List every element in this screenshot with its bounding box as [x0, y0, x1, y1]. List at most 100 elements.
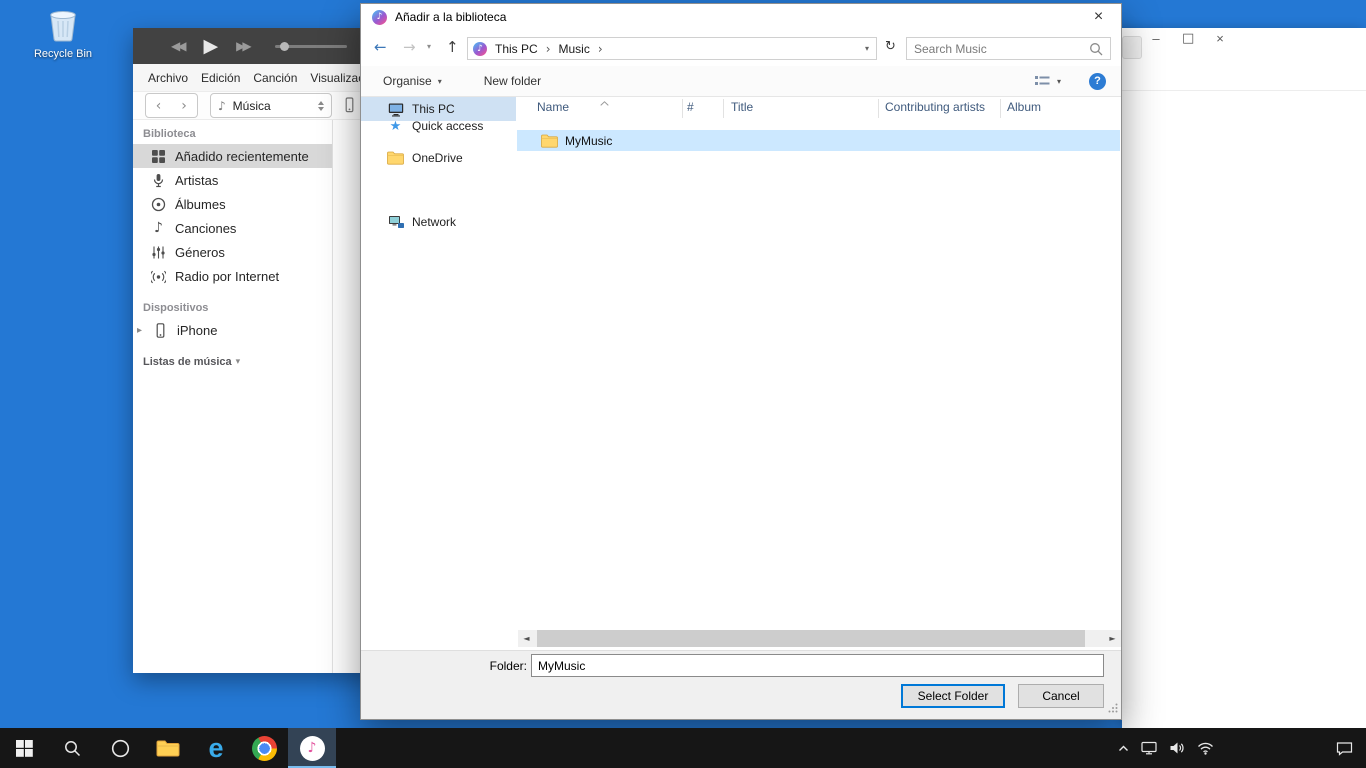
column-separator[interactable]: [723, 99, 724, 118]
chrome-button[interactable]: [240, 728, 288, 768]
breadcrumb-separator-icon[interactable]: ›: [546, 42, 551, 56]
playlists-section-header[interactable]: Listas de música ▾: [143, 356, 332, 368]
sidebar-item-songs[interactable]: ♪ Canciones: [133, 216, 332, 240]
background-window: – □ ×: [1122, 28, 1366, 728]
breadcrumb-this-pc[interactable]: This PC: [495, 42, 538, 56]
volume-icon[interactable]: [1169, 741, 1185, 755]
computer-icon: [388, 102, 404, 117]
edge-button[interactable]: e: [192, 728, 240, 768]
itunes-back-button[interactable]: ‹: [145, 93, 172, 118]
column-header-contributing-artists[interactable]: Contributing artists: [885, 100, 985, 114]
next-track-button[interactable]: ▶▶: [236, 39, 248, 53]
dialog-navigation-bar: ← → ▾ ↑ ♪ This PC › Music › ▾ ↻: [361, 30, 1121, 66]
action-center-icon: [1336, 741, 1353, 756]
itunes-forward-button[interactable]: ›: [171, 93, 198, 118]
start-button[interactable]: [0, 728, 48, 768]
column-separator[interactable]: [878, 99, 879, 118]
organise-label: Organise: [383, 74, 432, 88]
nav-item-this-pc[interactable]: This PC: [361, 97, 516, 121]
dialog-toolbar: Organise ▾ New folder ▾ ?: [361, 66, 1121, 97]
back-button[interactable]: ←: [374, 38, 387, 56]
expander-icon[interactable]: ▸: [137, 325, 149, 336]
sidebar-item-recently-added[interactable]: Añadido recientemente: [133, 144, 332, 168]
column-header-name[interactable]: Name: [537, 100, 569, 114]
column-header-number[interactable]: #: [687, 100, 694, 114]
up-button[interactable]: ↑: [446, 38, 459, 56]
select-folder-button[interactable]: Select Folder: [901, 684, 1005, 708]
play-button[interactable]: ▶: [203, 35, 218, 57]
scroll-left-icon[interactable]: ◄: [518, 630, 535, 647]
cortana-button[interactable]: [96, 728, 144, 768]
folder-icon: [387, 151, 404, 165]
wifi-icon[interactable]: [1197, 742, 1214, 755]
sidebar-item-label: Radio por Internet: [175, 269, 279, 284]
forward-button[interactable]: →: [403, 38, 416, 56]
previous-track-button[interactable]: ◀◀: [171, 39, 183, 53]
nav-item-network[interactable]: Network: [361, 210, 516, 234]
help-button[interactable]: ?: [1089, 73, 1106, 90]
nav-item-label: This PC: [412, 102, 455, 116]
volume-slider-knob[interactable]: [280, 42, 289, 51]
minimize-icon[interactable]: –: [1150, 31, 1162, 46]
display-icon[interactable]: [1141, 741, 1157, 755]
show-hidden-icons-chevron-icon[interactable]: [1118, 745, 1129, 752]
recycle-bin[interactable]: Recycle Bin: [28, 8, 98, 60]
file-list: Name # Title Contributing artists Album …: [516, 97, 1121, 628]
scroll-right-icon[interactable]: ►: [1104, 630, 1121, 647]
scrollbar-thumb[interactable]: [537, 630, 1085, 647]
organise-button[interactable]: Organise ▾: [383, 74, 442, 88]
itunes-taskbar-button[interactable]: ♪: [288, 728, 336, 768]
folder-name-input[interactable]: [531, 654, 1104, 677]
file-name: MyMusic: [565, 134, 612, 148]
address-dropdown-icon[interactable]: ▾: [865, 44, 869, 53]
file-explorer-button[interactable]: [144, 728, 192, 768]
maximize-icon[interactable]: □: [1182, 31, 1194, 46]
volume-slider[interactable]: [275, 45, 347, 48]
horizontal-scrollbar[interactable]: ◄ ►: [518, 630, 1121, 647]
sidebar-item-label: iPhone: [177, 323, 217, 338]
refresh-button[interactable]: ↻: [885, 39, 896, 54]
column-separator[interactable]: [682, 99, 683, 118]
breadcrumb-separator-icon[interactable]: ›: [598, 42, 603, 56]
search-icon: [1089, 42, 1103, 56]
column-header-title[interactable]: Title: [731, 100, 753, 114]
dialog-footer: Folder: Select Folder Cancel: [361, 650, 1121, 719]
chrome-icon: [252, 736, 277, 761]
search-input[interactable]: [907, 42, 1089, 56]
nav-item-label: OneDrive: [412, 151, 463, 165]
background-window-controls: – □ ×: [1150, 31, 1226, 46]
sidebar-item-albums[interactable]: Álbumes: [133, 192, 332, 216]
search-box[interactable]: [906, 37, 1111, 60]
sidebar-item-iphone[interactable]: ▸ iPhone: [133, 318, 332, 342]
action-center-button[interactable]: [1322, 728, 1366, 768]
resize-grip[interactable]: [1108, 702, 1118, 716]
search-icon: [64, 740, 81, 757]
column-separator[interactable]: [1000, 99, 1001, 118]
breadcrumb-music[interactable]: Music: [559, 42, 590, 56]
file-row-mymusic[interactable]: MyMusic: [517, 130, 1120, 151]
sidebar-item-internet-radio[interactable]: Radio por Internet: [133, 264, 332, 288]
taskbar-search-button[interactable]: [48, 728, 96, 768]
menu-item-edicion[interactable]: Edición: [201, 71, 240, 85]
help-icon: ?: [1094, 75, 1101, 87]
column-header-album[interactable]: Album: [1007, 100, 1041, 114]
close-icon[interactable]: ×: [1214, 31, 1226, 46]
dialog-titlebar[interactable]: ♪ Añadir a la biblioteca ×: [361, 4, 1121, 30]
device-button[interactable]: [342, 97, 357, 116]
cancel-button[interactable]: Cancel: [1018, 684, 1104, 708]
sidebar-item-genres[interactable]: Géneros: [133, 240, 332, 264]
itunes-icon: ♪: [300, 736, 325, 761]
new-folder-button[interactable]: New folder: [484, 74, 541, 88]
background-window-fragment: [1122, 36, 1142, 59]
recent-locations-dropdown[interactable]: ▾: [427, 42, 431, 51]
sidebar-item-artists[interactable]: Artistas: [133, 168, 332, 192]
menu-item-archivo[interactable]: Archivo: [148, 71, 188, 85]
menu-item-cancion[interactable]: Canción: [253, 71, 297, 85]
address-bar[interactable]: ♪ This PC › Music › ▾: [467, 37, 877, 60]
view-mode-icon[interactable]: [1034, 74, 1051, 88]
nav-item-onedrive[interactable]: OneDrive: [361, 146, 516, 170]
view-mode-dropdown-icon[interactable]: ▾: [1057, 77, 1061, 86]
close-button[interactable]: ×: [1076, 4, 1121, 30]
recycle-bin-icon: [44, 8, 82, 42]
media-kind-selector[interactable]: ♪ Música: [210, 93, 332, 118]
